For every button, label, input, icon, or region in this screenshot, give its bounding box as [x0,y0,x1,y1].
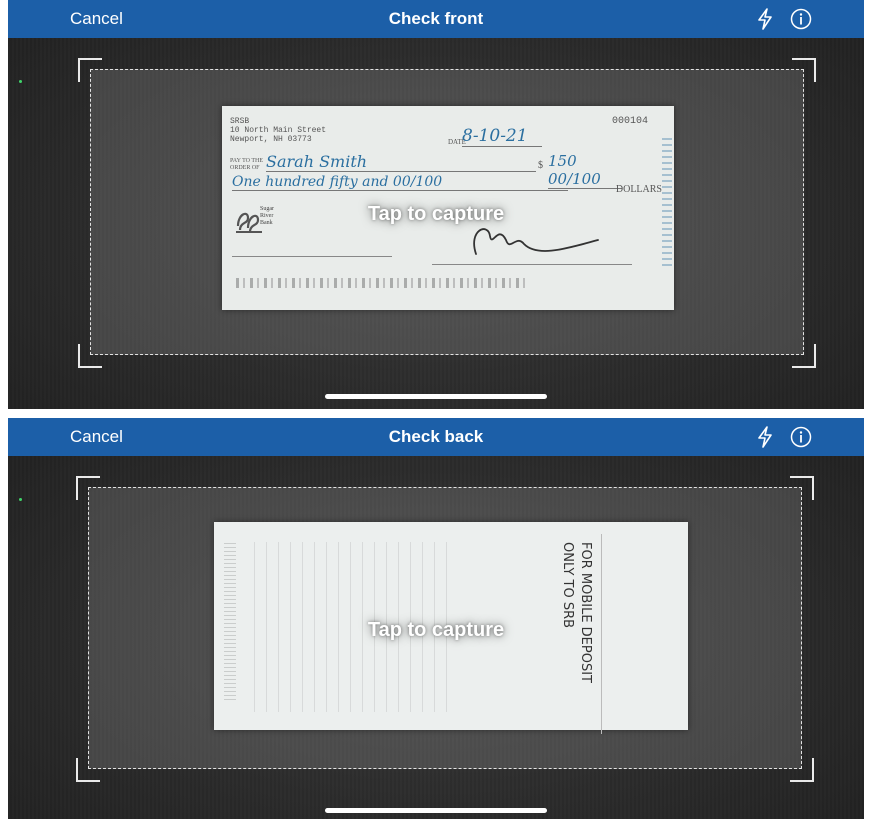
bank-name: SRSB 10 North Main Street Newport, NH 03… [230,117,326,144]
frame-corner-top-right [792,58,816,82]
nav-bar: Cancel Check front [8,0,864,38]
page-title: Check front [388,9,484,28]
frame-corner-bottom-right [792,344,816,368]
info-icon[interactable] [790,8,812,30]
memo-line [232,256,392,257]
payee-name: Sarah Smith [266,152,536,172]
pay-to-label: PAY TO THE ORDER OF [230,158,264,171]
check-front-screen: Cancel Check front SRSB 10 North Main St… [8,0,864,409]
frame-corner-top-right [790,476,814,500]
endorsement-text: FOR MOBILE DEPOSIT ONLY TO SRB [560,542,593,683]
check-number: 000104 [611,116,648,127]
signature [473,228,599,255]
micr-line [236,278,526,288]
camera-indicator-dot [19,80,22,83]
frame-corner-top-left [78,58,102,82]
check-back-image: FOR MOBILE DEPOSIT ONLY TO SRB [214,522,688,734]
bank-address-line2: Newport, NH 03773 [230,135,312,144]
frame-corner-top-left [76,476,100,500]
endorsement-area: FOR MOBILE DEPOSIT ONLY TO SRB [560,534,676,734]
frame-corner-bottom-left [78,344,102,368]
date-value: 8-10-21 [462,126,542,147]
home-indicator [325,808,547,813]
camera-indicator-dot [19,498,22,501]
bank-name-text: SRSB [230,117,250,126]
signature-line [432,264,632,265]
nav-bar: Cancel Check back [8,418,864,456]
bank-address-line1: 10 North Main Street [230,126,327,135]
check-front-image: SRSB 10 North Main Street Newport, NH 03… [222,106,674,310]
page-title: Check back [388,427,484,446]
amount-in-words: One hundred fifty and 00/100 [232,174,568,191]
dollars-label: DOLLARS [615,184,662,195]
flash-icon[interactable] [756,8,774,30]
home-indicator [325,394,547,399]
dollar-sign: $ [538,160,543,171]
fine-print [224,540,236,700]
back-pattern [254,542,454,712]
security-features-strip [662,136,672,266]
frame-corner-bottom-left [76,758,100,782]
frame-corner-bottom-right [790,758,814,782]
bank-logo-text: Sugar River Bank [260,206,274,226]
check-back-screen: Cancel Check back FOR MOBILE DEPOSIT ONL… [8,418,864,819]
info-icon[interactable] [790,426,812,448]
flash-icon[interactable] [756,426,774,448]
